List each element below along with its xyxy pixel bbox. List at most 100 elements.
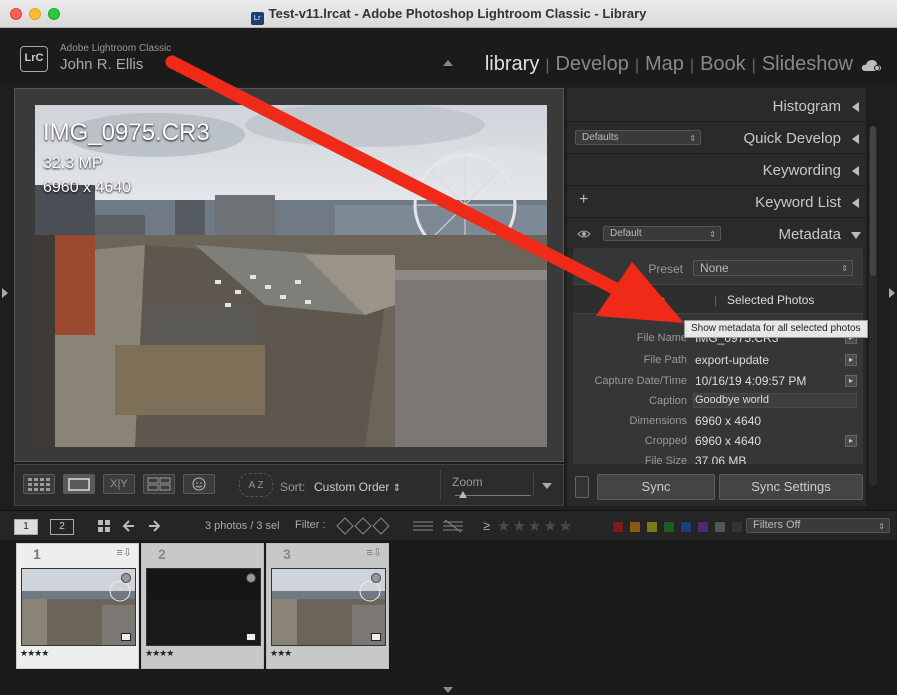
rating-filter-stars[interactable]: ★★★★★ bbox=[497, 517, 574, 535]
quick-develop-panel-header[interactable]: Defaults ⇕ Quick Develop bbox=[567, 122, 867, 154]
next-arrow-icon[interactable] bbox=[147, 519, 161, 533]
survey-view-button[interactable] bbox=[143, 474, 175, 494]
tooltip: Show metadata for all selected photos bbox=[684, 320, 868, 338]
toolbar-divider bbox=[440, 470, 441, 500]
library-workspace: IMG_0975.CR3 32.3 MP 6960 x 4640 X|Y A Z… bbox=[0, 86, 897, 506]
photo-megapixels: 32.3 MP bbox=[43, 155, 103, 172]
right-panel-scroll-thumb[interactable] bbox=[870, 126, 876, 276]
secondary-window-button[interactable]: 2 bbox=[50, 519, 74, 535]
filter-presets-select[interactable]: Filters Off ⇕ bbox=[746, 518, 890, 533]
green-label-filter[interactable] bbox=[646, 521, 658, 533]
eye-icon[interactable] bbox=[577, 229, 591, 239]
grid-view-button[interactable] bbox=[23, 474, 55, 494]
histogram-panel-header[interactable]: Histogram bbox=[567, 90, 867, 122]
thumbnail-photo-2[interactable] bbox=[146, 568, 261, 646]
module-develop[interactable]: Develop bbox=[549, 53, 634, 75]
thumbnail-badge-circle bbox=[246, 573, 256, 583]
module-library[interactable]: library bbox=[479, 53, 545, 75]
module-picker: library | Develop | Map | Book | Slideshow bbox=[479, 53, 859, 76]
sync-bar: Sync Sync Settings bbox=[567, 468, 867, 506]
sort-order-value: Custom Order bbox=[314, 480, 390, 494]
cropped-action-button[interactable]: ▸ bbox=[845, 435, 857, 447]
sync-button[interactable]: Sync bbox=[597, 474, 715, 500]
city-construction-photo bbox=[35, 105, 547, 447]
metadata-badge-icon: ≡⇩ bbox=[116, 547, 132, 559]
library-toolbar: X|Y A Z Sort: Custom Order ⇕ Zoom bbox=[14, 464, 564, 506]
metadata-view-preset-value: Default bbox=[610, 228, 642, 239]
sort-order-select[interactable]: Custom Order ⇕ bbox=[314, 480, 401, 494]
window-titlebar: Lr Test-v11.lrcat - Adobe Photoshop Light… bbox=[0, 0, 897, 28]
filmstrip: 1 ≡⇩ ★★★★ 2 ★★★★ 3 ≡⇩ ★★★ bbox=[0, 540, 897, 695]
window-title-text: Test-v11.lrcat - Adobe Photoshop Lightro… bbox=[268, 6, 647, 21]
quick-develop-preset-select[interactable]: Defaults ⇕ bbox=[575, 130, 701, 145]
flag-filter-icons[interactable] bbox=[336, 517, 392, 535]
capture-date-action-button[interactable]: ▸ bbox=[845, 375, 857, 387]
auto-sync-toggle[interactable] bbox=[575, 476, 589, 498]
no-label-filter[interactable] bbox=[714, 521, 726, 533]
lrc-logo: LrC bbox=[20, 46, 48, 72]
capture-date-label: Capture Date/Time bbox=[594, 375, 687, 387]
cropped-label: Cropped bbox=[644, 435, 687, 447]
thumbnail-image-dark bbox=[147, 569, 260, 645]
updown-arrows-icon: ⇕ bbox=[689, 134, 696, 143]
thumbnail-photo-1[interactable] bbox=[21, 568, 136, 646]
zoom-label: Zoom bbox=[452, 475, 483, 489]
expand-triangle-icon bbox=[852, 102, 859, 112]
loupe-view-button[interactable] bbox=[63, 474, 95, 494]
sync-settings-button[interactable]: Sync Settings bbox=[719, 474, 863, 500]
module-slideshow[interactable]: Slideshow bbox=[756, 53, 859, 75]
filmstrip-cell-3[interactable]: 3 ≡⇩ ★★★ bbox=[266, 543, 389, 669]
show-left-panel-arrow[interactable] bbox=[2, 288, 8, 298]
target-toggle-separator: | bbox=[714, 293, 718, 307]
sort-direction-button[interactable]: A Z bbox=[239, 473, 273, 497]
module-map[interactable]: Map bbox=[639, 53, 690, 75]
loupe-photo[interactable]: IMG_0975.CR3 32.3 MP 6960 x 4640 bbox=[35, 105, 547, 447]
cell-rating-stars: ★★★★ bbox=[20, 648, 49, 658]
metadata-panel-header[interactable]: Default ⇕ Metadata bbox=[567, 218, 867, 250]
file-size-value: 37.06 MB bbox=[695, 454, 747, 464]
grid-view-icon[interactable] bbox=[97, 519, 111, 533]
purple-label-filter[interactable] bbox=[680, 521, 692, 533]
file-path-action-button[interactable]: ▸ bbox=[845, 354, 857, 366]
keywording-panel-header[interactable]: Keywording bbox=[567, 154, 867, 186]
collapse-top-panel-arrow[interactable] bbox=[443, 60, 453, 66]
red-label-filter[interactable] bbox=[612, 521, 624, 533]
caption-input[interactable]: Goodbye world bbox=[695, 394, 769, 406]
cell-index: 1 bbox=[33, 546, 41, 562]
selected-photos-option[interactable]: Selected Photos bbox=[727, 293, 814, 307]
filmstrip-cell-2[interactable]: 2 ★★★★ bbox=[141, 543, 264, 669]
collapse-filmstrip-arrow[interactable] bbox=[443, 687, 453, 693]
previous-arrow-icon[interactable] bbox=[122, 519, 136, 533]
filmstrip-cell-1[interactable]: 1 ≡⇩ ★★★★ bbox=[16, 543, 139, 669]
metadata-panel-title: Metadata bbox=[778, 226, 841, 243]
add-keyword-button[interactable]: + bbox=[579, 191, 588, 209]
filter-label: Filter : bbox=[295, 519, 326, 531]
blue-label-filter[interactable] bbox=[663, 521, 675, 533]
metadata-view-preset-select[interactable]: Default ⇕ bbox=[603, 226, 721, 241]
loupe-view: IMG_0975.CR3 32.3 MP 6960 x 4640 bbox=[14, 88, 564, 462]
filmstrip-toolbar: 1 2 3 photos / 3 sel Filter : ≥ ★★★★★ Fi… bbox=[0, 510, 897, 540]
sort-label: Sort: bbox=[280, 480, 306, 494]
zoom-slider-knob[interactable] bbox=[458, 491, 467, 498]
custom-label-filter[interactable] bbox=[697, 521, 709, 533]
yellow-label-filter[interactable] bbox=[629, 521, 641, 533]
module-book[interactable]: Book bbox=[694, 53, 752, 75]
keyword-list-panel-header[interactable]: + Keyword List bbox=[567, 186, 867, 218]
people-view-button[interactable] bbox=[183, 474, 215, 494]
user-name: John R. Ellis bbox=[60, 56, 144, 73]
main-window-button[interactable]: 1 bbox=[14, 519, 38, 535]
compare-view-button[interactable]: X|Y bbox=[103, 474, 135, 494]
master-photo-filter-icon[interactable] bbox=[442, 519, 464, 533]
cloud-sync-icon[interactable] bbox=[861, 58, 883, 72]
rating-operator[interactable]: ≥ bbox=[483, 518, 490, 533]
capture-date-value: 10/16/19 4:09:57 PM bbox=[695, 374, 807, 388]
collapse-right-panel-arrow[interactable] bbox=[889, 288, 895, 298]
lrc-catalog-icon: Lr bbox=[250, 12, 264, 25]
toolbar-content-menu-icon[interactable] bbox=[542, 483, 552, 489]
thumbnail-photo-3[interactable] bbox=[271, 568, 386, 646]
target-photo-option[interactable]: t Photo bbox=[627, 293, 665, 307]
thumbnail-badge-circle bbox=[371, 573, 381, 583]
metadata-preset-select[interactable]: None ⇕ bbox=[693, 260, 853, 276]
other-label-filter[interactable] bbox=[731, 521, 743, 533]
virtual-copy-filter-icon[interactable] bbox=[412, 519, 434, 533]
